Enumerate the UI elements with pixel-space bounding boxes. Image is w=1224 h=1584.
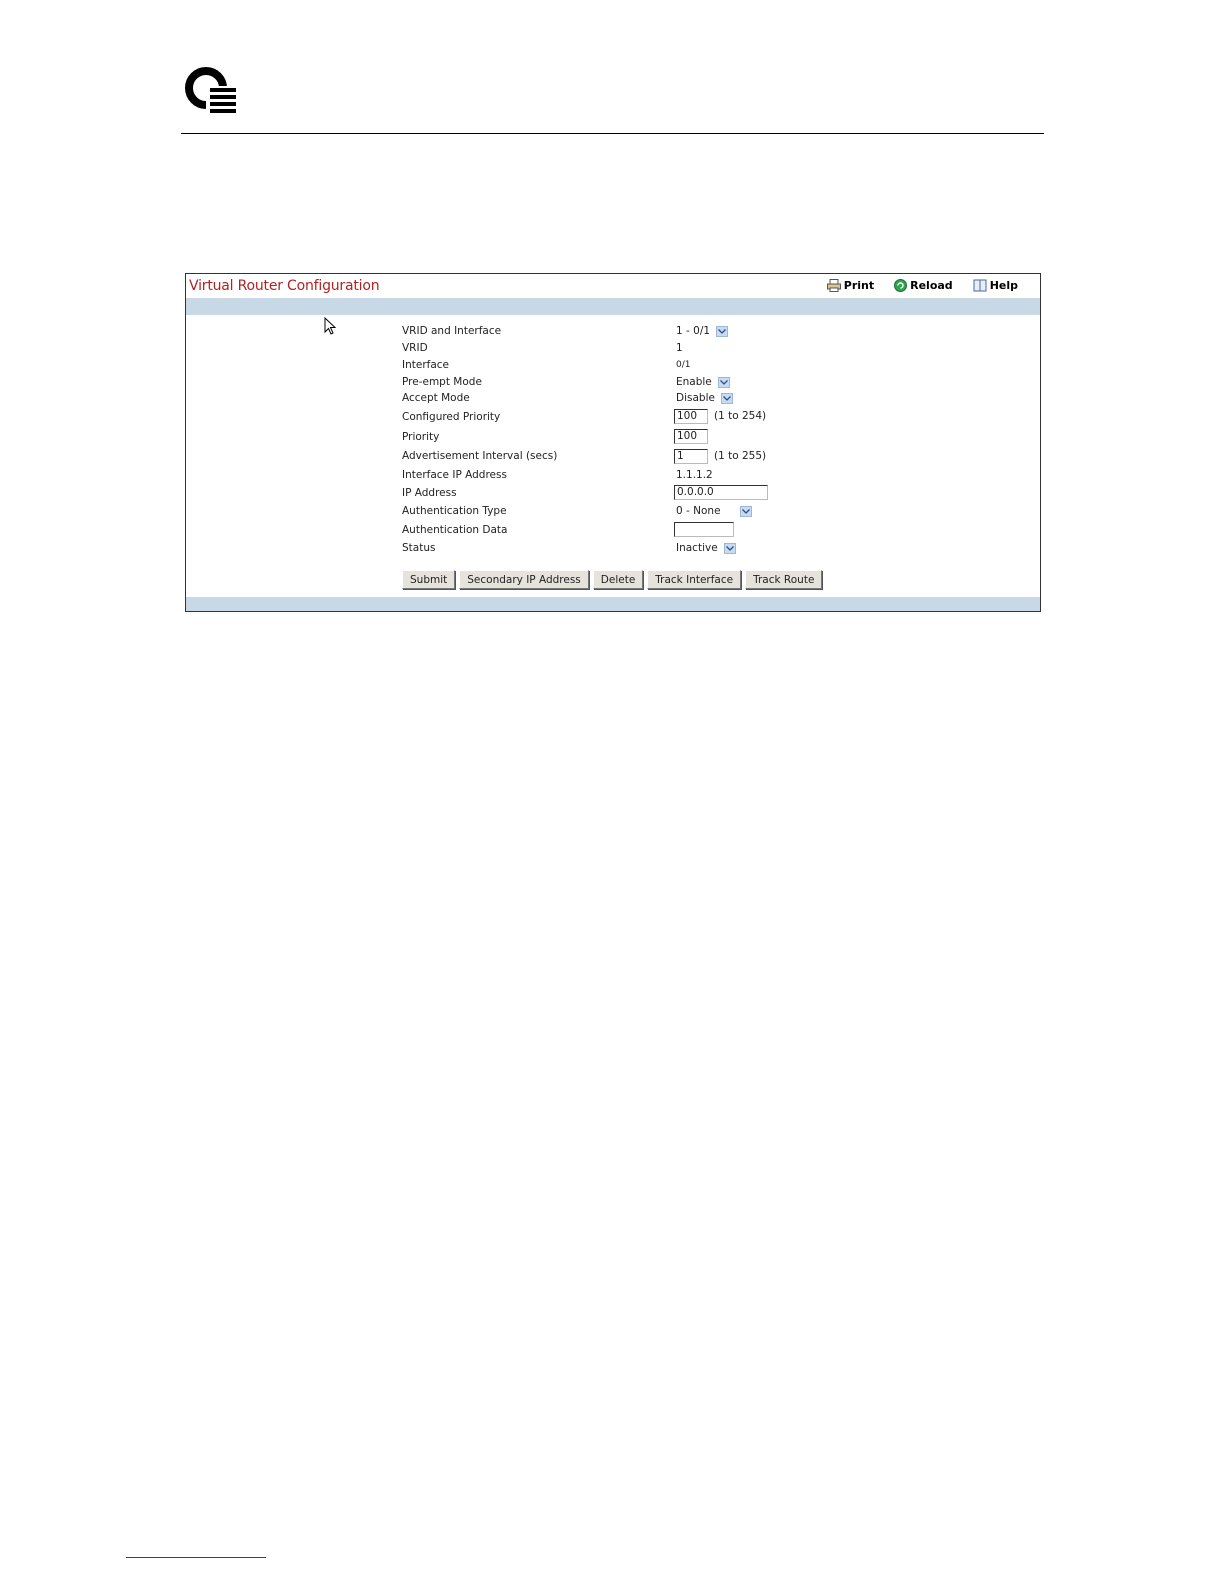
- footer-link-underline: [126, 1557, 266, 1558]
- auth-data-input[interactable]: [674, 521, 734, 537]
- panel-title: Virtual Router Configuration: [189, 278, 380, 294]
- status-select[interactable]: Inactive: [676, 540, 736, 556]
- chevron-down-icon[interactable]: [720, 392, 733, 404]
- print-button[interactable]: Print: [826, 279, 875, 292]
- header-rule: [181, 133, 1044, 134]
- toolbar: Print Reload Help: [826, 279, 1018, 292]
- advertisement-interval-range: (1 to 255): [714, 450, 767, 462]
- configured-priority-group: (1 to 254): [674, 408, 766, 424]
- submit-button[interactable]: Submit: [402, 570, 456, 589]
- help-button[interactable]: Help: [973, 279, 1018, 292]
- interface-value: 0/1: [676, 360, 691, 370]
- secondary-ip-address-button[interactable]: Secondary IP Address: [459, 570, 589, 589]
- accept-mode-value: Disable: [676, 392, 715, 404]
- priority-group: [674, 428, 708, 444]
- interface-label: Interface: [402, 359, 450, 371]
- header-band: [186, 298, 1040, 315]
- action-buttons: Submit Secondary IP Address Delete Track…: [402, 570, 823, 589]
- chevron-down-icon[interactable]: [723, 542, 736, 554]
- ip-address-group: [674, 484, 768, 500]
- auth-data-group: [674, 521, 734, 537]
- reload-icon: [894, 279, 908, 292]
- chevron-down-icon[interactable]: [716, 325, 729, 337]
- ip-address-input[interactable]: [674, 484, 768, 500]
- printer-icon: [826, 279, 841, 292]
- delete-button[interactable]: Delete: [592, 570, 644, 589]
- track-interface-button[interactable]: Track Interface: [647, 570, 742, 589]
- advertisement-interval-input[interactable]: [674, 448, 708, 464]
- priority-label: Priority: [402, 431, 440, 443]
- auth-type-select[interactable]: 0 - None: [676, 503, 752, 519]
- preempt-mode-value: Enable: [676, 376, 712, 388]
- track-route-button[interactable]: Track Route: [745, 570, 823, 589]
- chevron-down-icon[interactable]: [740, 505, 752, 517]
- vrid-interface-select[interactable]: 1 - 0/1: [676, 323, 729, 339]
- logo-icon: [185, 67, 238, 114]
- vrid-label: VRID: [402, 342, 428, 354]
- preempt-mode-label: Pre-empt Mode: [402, 376, 482, 388]
- chevron-down-icon[interactable]: [717, 376, 730, 388]
- auth-data-label: Authentication Data: [402, 524, 508, 536]
- interface-ip-label: Interface IP Address: [402, 469, 507, 481]
- help-label: Help: [989, 279, 1018, 292]
- configured-priority-label: Configured Priority: [402, 411, 501, 423]
- vrid-value: 1: [676, 342, 683, 354]
- help-book-icon: [973, 279, 987, 292]
- auth-type-value: 0 - None: [676, 505, 721, 517]
- status-value: Inactive: [676, 542, 718, 554]
- mouse-cursor-icon: [324, 317, 336, 335]
- priority-input[interactable]: [674, 428, 708, 444]
- vrid-interface-label: VRID and Interface: [402, 325, 502, 337]
- interface-ip-value: 1.1.1.2: [676, 469, 713, 481]
- config-panel: Virtual Router Configuration Print Reloa…: [185, 273, 1041, 612]
- advertisement-interval-label: Advertisement Interval (secs): [402, 450, 558, 462]
- configured-priority-input[interactable]: [674, 408, 708, 424]
- status-label: Status: [402, 542, 436, 554]
- advertisement-interval-group: (1 to 255): [674, 448, 766, 464]
- auth-type-label: Authentication Type: [402, 505, 507, 517]
- reload-button[interactable]: Reload: [894, 279, 953, 292]
- preempt-mode-select[interactable]: Enable: [676, 374, 730, 390]
- print-label: Print: [843, 279, 875, 292]
- ip-address-label: IP Address: [402, 487, 457, 499]
- accept-mode-label: Accept Mode: [402, 392, 470, 404]
- vrid-interface-value: 1 - 0/1: [676, 325, 711, 337]
- reload-label: Reload: [910, 279, 953, 292]
- footer-band: [186, 597, 1040, 611]
- configured-priority-range: (1 to 254): [714, 410, 767, 422]
- accept-mode-select[interactable]: Disable: [676, 390, 733, 406]
